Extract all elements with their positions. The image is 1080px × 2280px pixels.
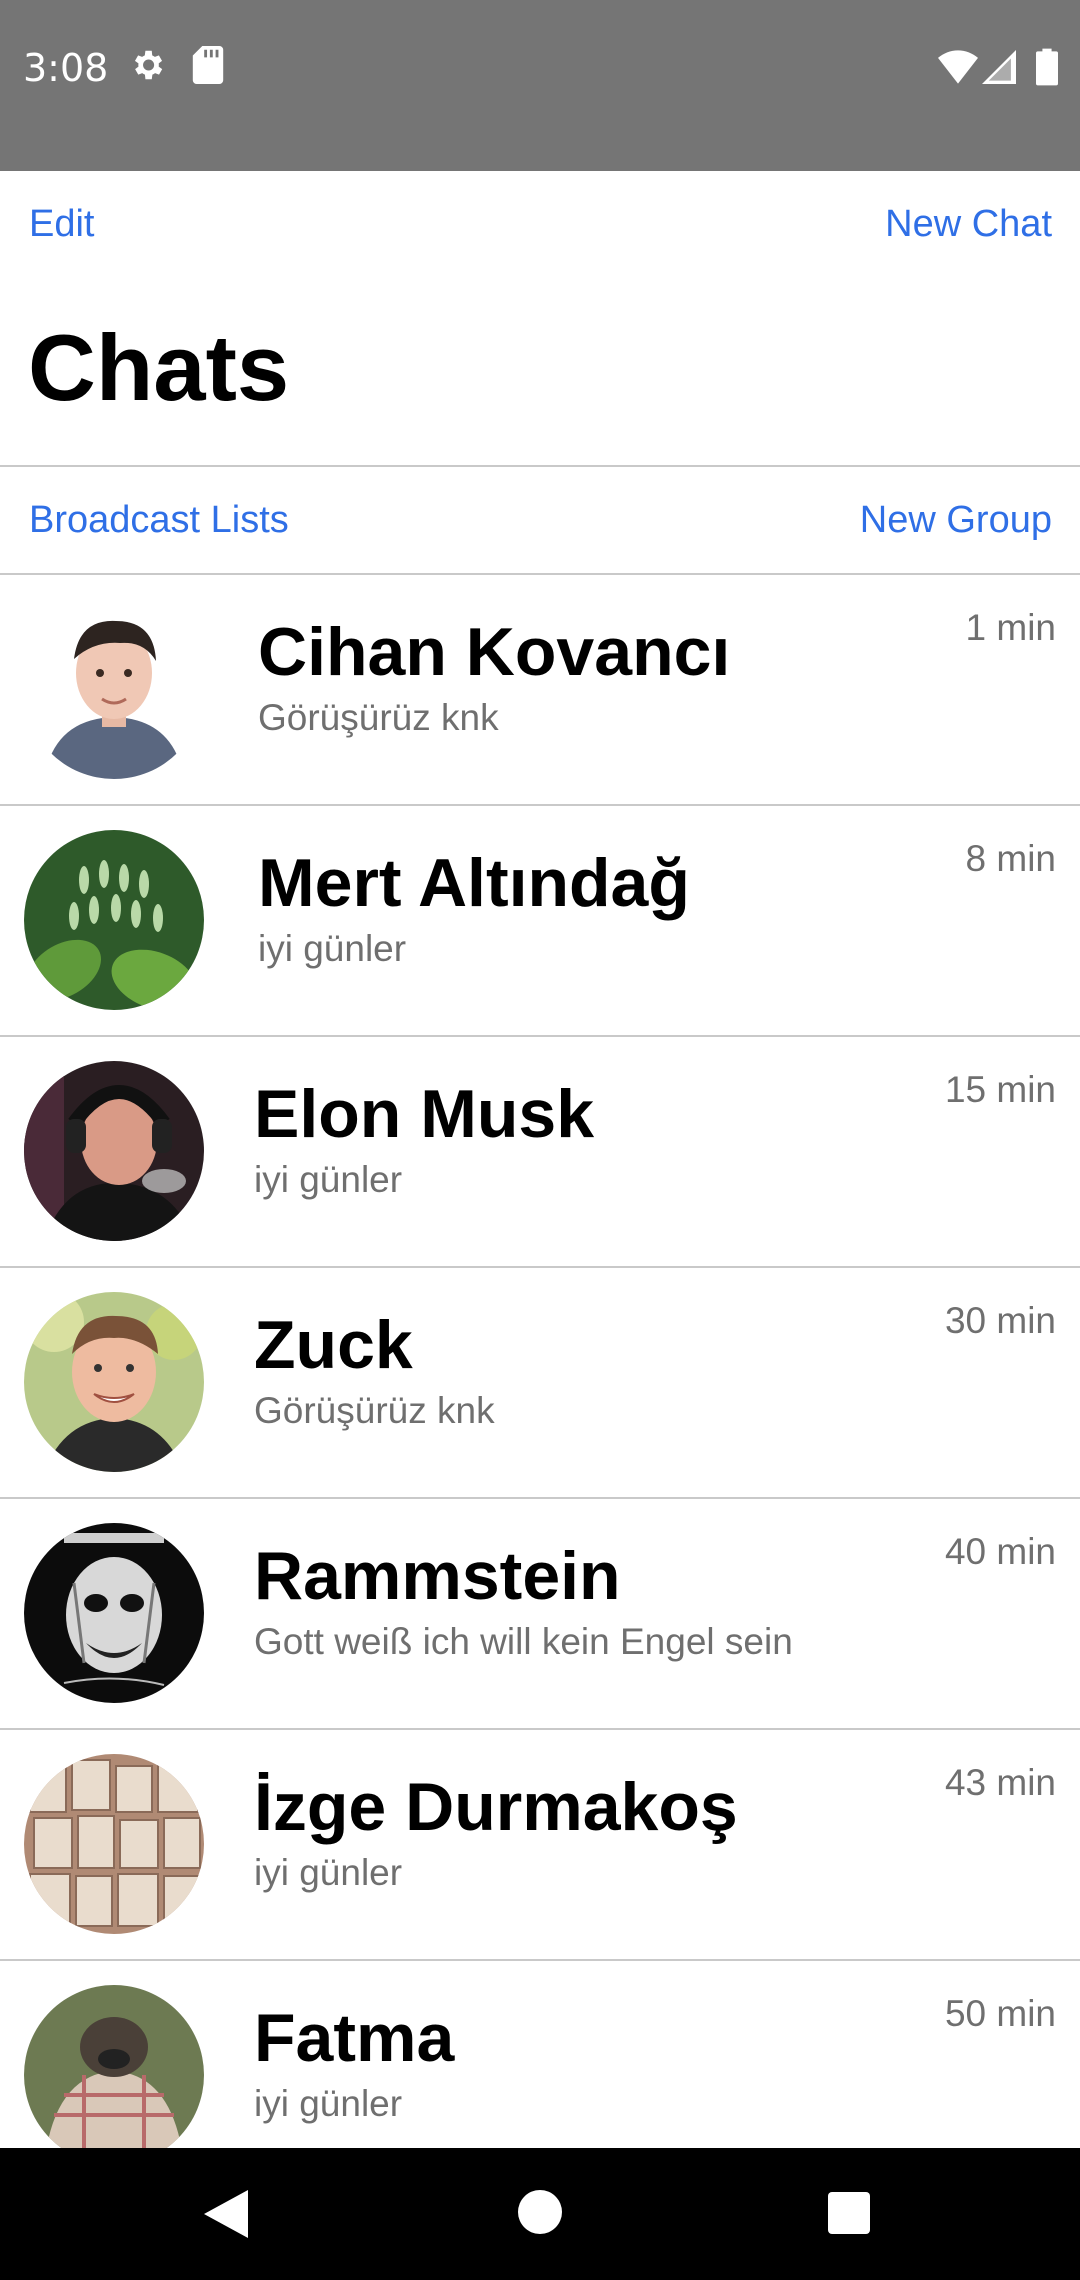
chat-row[interactable]: İzge Durmakoş iyi günler 43 min	[0, 1730, 1080, 1961]
chat-last-message: iyi günler	[254, 2083, 403, 2124]
chat-last-message: iyi günler	[254, 1852, 403, 1893]
chat-row[interactable]: Cihan Kovancı Görüşürüz knk 1 min	[0, 575, 1080, 806]
chat-last-message: iyi günler	[258, 928, 407, 969]
avatar	[24, 1754, 204, 1934]
chat-time: 15 min	[944, 1069, 1056, 1110]
new-chat-button[interactable]: New Chat	[885, 203, 1052, 246]
avatar	[24, 830, 204, 1010]
recents-icon[interactable]	[828, 2192, 870, 2239]
page-title: Chats	[28, 315, 290, 420]
chat-row[interactable]: Rammstein Gott weiß ich will kein Engel …	[0, 1499, 1080, 1730]
avatar	[24, 1061, 204, 1241]
sub-bar: Broadcast Lists New Group	[0, 467, 1080, 573]
chat-time: 30 min	[944, 1300, 1056, 1341]
chat-last-message: Görüşürüz knk	[258, 697, 499, 738]
chat-last-message: iyi günler	[254, 1159, 403, 1200]
chat-name: Rammstein	[254, 1538, 621, 1614]
avatar	[24, 1985, 204, 2148]
chat-name: Fatma	[254, 2000, 455, 2076]
chat-name: Zuck	[254, 1307, 413, 1383]
chat-name: Mert Altındağ	[258, 845, 690, 921]
sd-card-icon	[192, 46, 224, 89]
avatar	[24, 1523, 204, 1703]
chat-time: 1 min	[965, 607, 1056, 648]
back-icon[interactable]	[204, 2190, 248, 2243]
home-icon[interactable]	[518, 2190, 562, 2239]
edit-button[interactable]: Edit	[29, 203, 94, 246]
chat-row[interactable]: Elon Musk iyi günler 15 min	[0, 1037, 1080, 1268]
gear-icon	[128, 46, 166, 89]
chat-time: 40 min	[944, 1531, 1056, 1572]
chat-name: Cihan Kovancı	[258, 614, 731, 690]
chat-name: Elon Musk	[254, 1076, 595, 1152]
avatar	[24, 599, 204, 779]
status-bar: 3:08	[0, 0, 1080, 171]
chat-last-message: Görüşürüz knk	[254, 1390, 495, 1431]
chat-time: 43 min	[944, 1762, 1056, 1803]
wifi-icon	[938, 50, 978, 89]
status-time: 3:08	[23, 46, 109, 90]
battery-icon	[1036, 48, 1058, 91]
chat-row[interactable]: Zuck Görüşürüz knk 30 min	[0, 1268, 1080, 1499]
top-bar: Edit New Chat Chats	[0, 171, 1080, 465]
chat-name: İzge Durmakoş	[254, 1769, 738, 1845]
broadcast-lists-button[interactable]: Broadcast Lists	[29, 499, 289, 542]
chat-time: 8 min	[965, 838, 1056, 879]
chat-row[interactable]: Mert Altındağ iyi günler 8 min	[0, 806, 1080, 1037]
nav-bar	[0, 2148, 1080, 2280]
chat-list[interactable]: Cihan Kovancı Görüşürüz knk 1 min Mert A…	[0, 575, 1080, 2148]
avatar	[24, 1292, 204, 1472]
new-group-button[interactable]: New Group	[860, 499, 1052, 542]
chat-last-message: Gott weiß ich will kein Engel sein	[254, 1621, 793, 1662]
signal-icon	[982, 50, 1016, 89]
chat-row[interactable]: Fatma iyi günler 50 min	[0, 1961, 1080, 2148]
chat-time: 50 min	[944, 1993, 1056, 2034]
